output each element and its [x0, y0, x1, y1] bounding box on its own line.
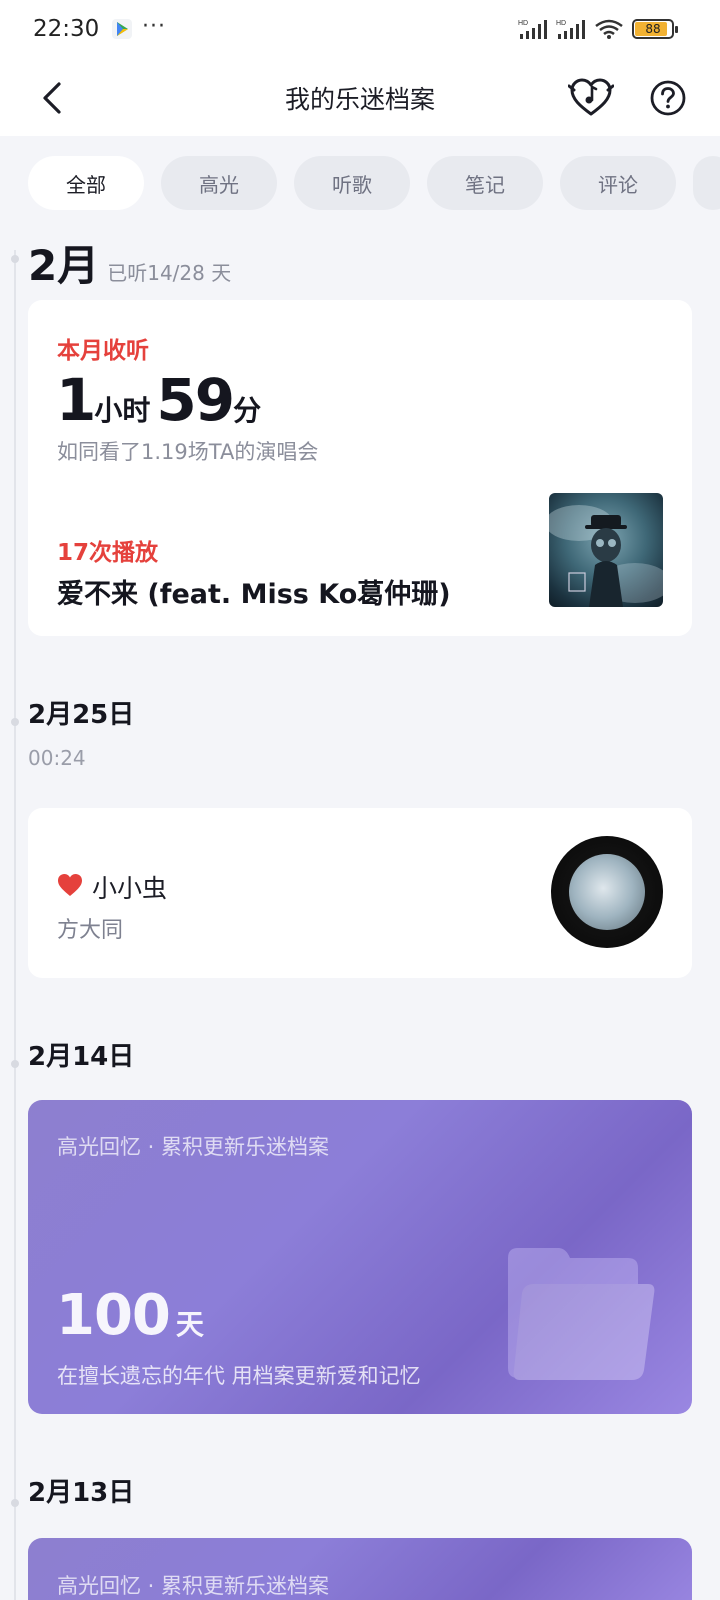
play-count: 17次播放 [57, 540, 159, 566]
concert-compare-text: 如同看了1.19场TA的演唱会 [57, 440, 319, 464]
duration-hours: 1 [56, 366, 96, 434]
song-title: 小小虫 [92, 874, 168, 903]
duration-hours-unit: 小时 [94, 394, 151, 427]
duration-minutes: 59 [156, 366, 235, 434]
back-button[interactable] [32, 78, 72, 118]
timeline-dot [11, 1060, 19, 1068]
status-bar: 22:30 ··· HD HD 88 [0, 0, 720, 60]
tab-more[interactable] [693, 156, 720, 210]
month-header: 2月 已听14/28 天 [28, 232, 231, 293]
highlight-days-number: 100 [56, 1283, 171, 1348]
day-title: 2月14日 [28, 1042, 135, 1072]
tab-comments[interactable]: 评论 [560, 156, 676, 210]
timeline-line [14, 250, 16, 1600]
day-title: 2月13日 [28, 1478, 135, 1508]
signal-icon: HD [518, 20, 547, 39]
status-time: 22:30 [33, 16, 100, 42]
top-song-title: 爱不来 (feat. Miss Ko葛仲珊) [57, 579, 451, 610]
album-cover [569, 854, 645, 930]
highlight-description: 在擅长遗忘的年代 用档案更新爱和记忆 [57, 1364, 421, 1388]
highlight-memory-card[interactable]: 高光回忆 · 累积更新乐迷档案 100 天 在擅长遗忘的年代 用档案更新爱和记忆 [28, 1100, 692, 1414]
album-cover[interactable] [549, 493, 663, 607]
heart-icon [58, 874, 82, 896]
timeline-dot [11, 1499, 19, 1507]
battery-level: 88 [645, 22, 661, 36]
highlight-memory-card[interactable]: 高光回忆 · 累积更新乐迷档案 [28, 1538, 692, 1600]
listen-duration: 1 小时 59 分 [56, 366, 267, 434]
vinyl-record[interactable] [551, 836, 663, 948]
month-title: 2月 [28, 241, 100, 290]
signal-icon-2: HD [556, 20, 585, 39]
day-title: 2月25日 [28, 700, 135, 730]
artist-name: 方大同 [57, 918, 124, 943]
filter-tabs: 全部 高光 听歌 笔记 评论 [28, 156, 720, 210]
svg-text:HD: HD [518, 20, 528, 27]
more-notifications-icon: ··· [142, 14, 166, 39]
tab-notes[interactable]: 笔记 [427, 156, 543, 210]
tab-listening[interactable]: 听歌 [294, 156, 410, 210]
duration-minutes-unit: 分 [233, 394, 262, 427]
timeline-dot [11, 718, 19, 726]
chevron-left-icon [43, 82, 61, 114]
timestamp: 00:24 [28, 746, 86, 770]
play-store-icon [112, 19, 132, 39]
timeline-dot [11, 255, 19, 263]
fan-badge-button[interactable] [567, 76, 615, 120]
help-button[interactable] [649, 79, 687, 117]
liked-song-card[interactable]: 小小虫 方大同 [28, 808, 692, 978]
question-circle-icon [650, 80, 686, 116]
tab-highlights[interactable]: 高光 [161, 156, 277, 210]
folder-icon [508, 1248, 655, 1380]
highlight-days: 100 天 [56, 1283, 204, 1348]
highlight-subtitle: 高光回忆 · 累积更新乐迷档案 [57, 1574, 330, 1598]
battery-icon: 88 [632, 19, 678, 39]
svg-text:HD: HD [556, 20, 566, 27]
month-listened-days: 已听14/28 天 [107, 261, 232, 285]
tab-all[interactable]: 全部 [28, 156, 144, 210]
wifi-icon [595, 19, 623, 39]
status-indicators: HD HD 88 [518, 18, 678, 40]
app-header: 我的乐迷档案 [0, 60, 720, 136]
album-cover-art [549, 505, 663, 607]
heart-music-icon [567, 78, 615, 116]
highlight-subtitle: 高光回忆 · 累积更新乐迷档案 [57, 1135, 330, 1159]
total-listen-label: 本月收听 [57, 338, 149, 364]
highlight-days-unit: 天 [175, 1308, 204, 1341]
monthly-summary-card[interactable]: 本月收听 1 小时 59 分 如同看了1.19场TA的演唱会 17次播放 爱不来… [28, 300, 692, 636]
